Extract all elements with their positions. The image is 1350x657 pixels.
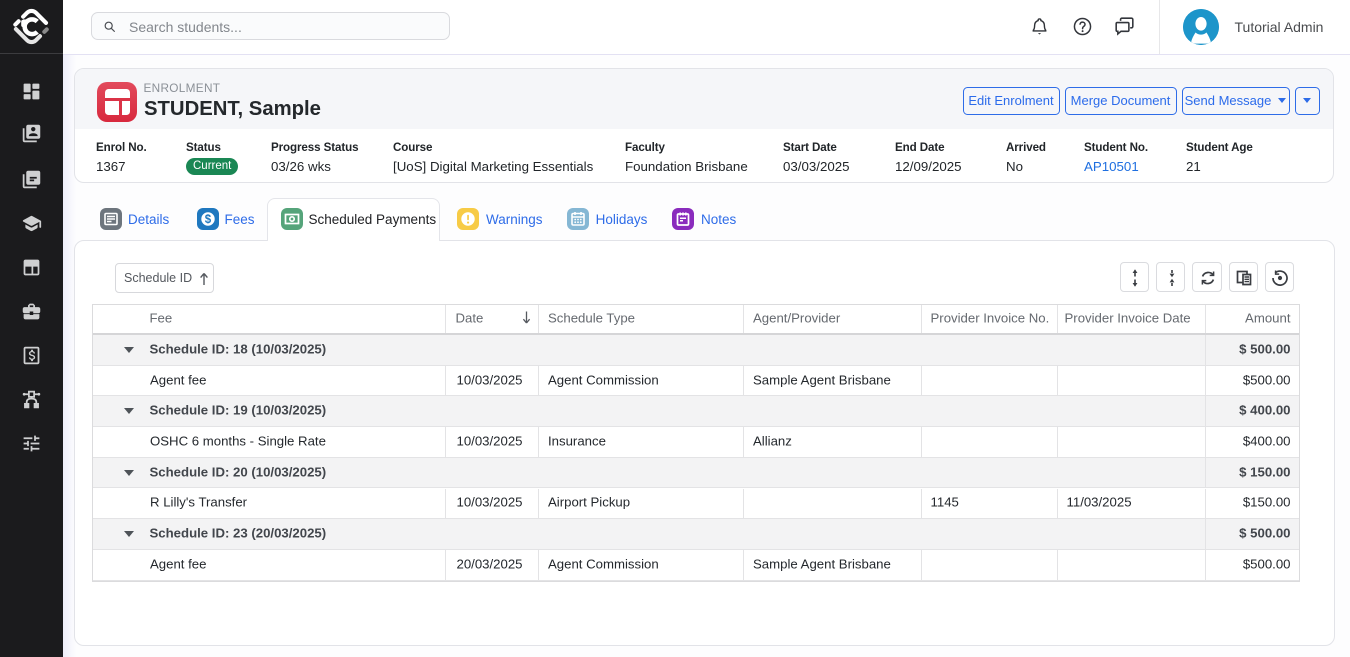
svg-text:$: $ xyxy=(205,214,212,226)
